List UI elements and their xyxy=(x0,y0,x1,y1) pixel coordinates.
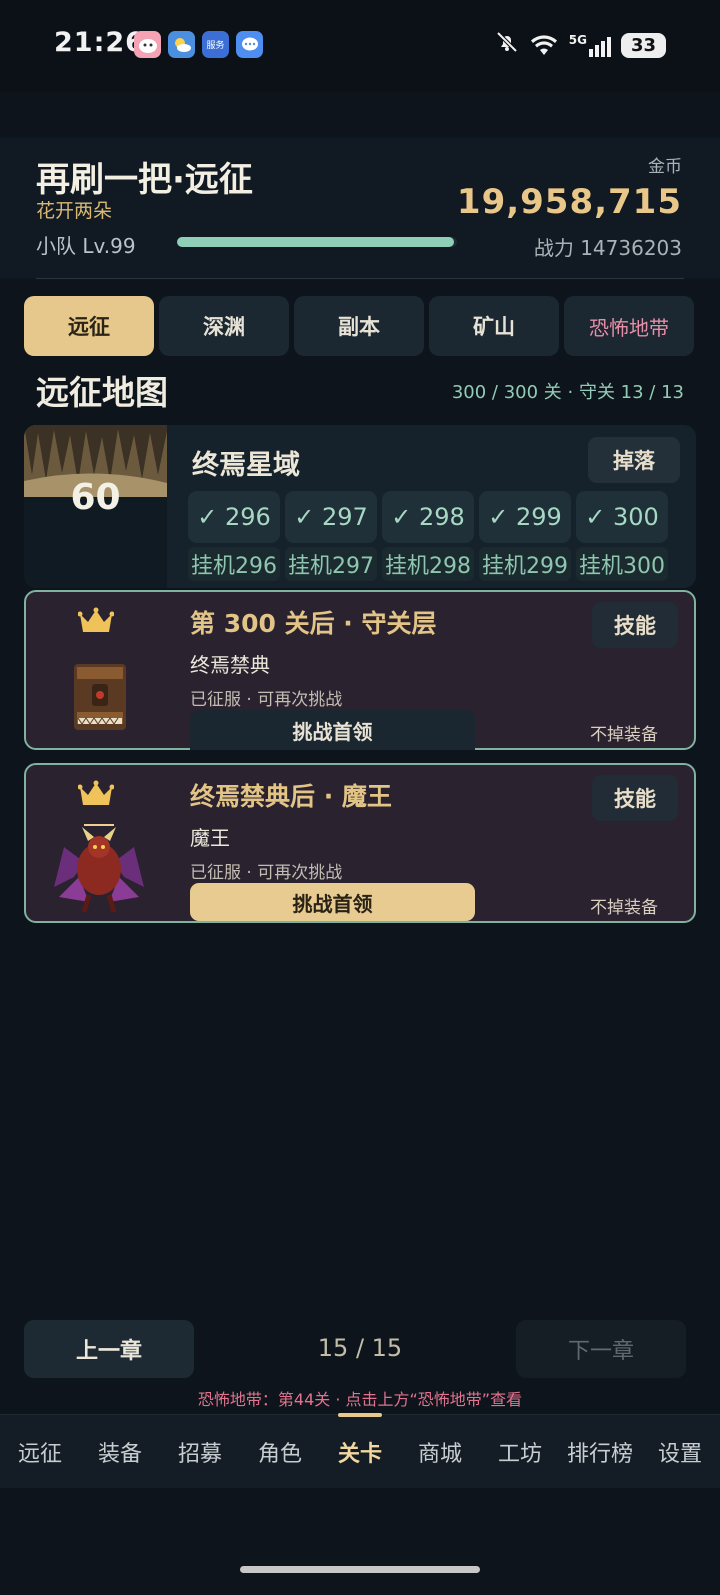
home-indicator[interactable] xyxy=(240,1566,480,1573)
nav-expedition[interactable]: 远征 xyxy=(0,1415,80,1488)
weather-icon xyxy=(168,31,195,58)
boss-title: 第 300 关后 · 守关层 xyxy=(190,609,437,638)
tab-expedition[interactable]: 远征 xyxy=(24,296,154,356)
cellular-signal-icon: 5G xyxy=(569,33,611,57)
stage-296: ✓ 296 挂机296 xyxy=(188,491,280,581)
nav-stages[interactable]: 关卡 xyxy=(320,1413,400,1488)
no-equipment-drop-note: 不掉装备 xyxy=(590,725,658,745)
team-xp-bar xyxy=(177,237,457,247)
stage-button[interactable]: ✓ 298 xyxy=(382,491,474,543)
status-app-icons: 服务 xyxy=(134,31,263,58)
network-type: 5G xyxy=(568,33,587,47)
boss-name: 终焉禁典 xyxy=(190,653,270,677)
crown-icon xyxy=(78,607,114,632)
service-app-text: 服务 xyxy=(206,41,225,51)
skills-button[interactable]: 技能 xyxy=(592,602,678,648)
tab-abyss[interactable]: 深渊 xyxy=(159,296,289,356)
nav-shop[interactable]: 商城 xyxy=(400,1415,480,1488)
page-title: 再刷一把·远征 xyxy=(36,160,253,200)
bell-muted-icon xyxy=(495,30,519,60)
bottom-nav: 远征 装备 招募 角色 关卡 商城 工坊 排行榜 设置 xyxy=(0,1413,720,1488)
boss-card-guardian: 第 300 关后 · 守关层 终焉禁典 已征服 · 可再次挑战 技能 挑战首领 … xyxy=(24,590,696,750)
nav-equipment[interactable]: 装备 xyxy=(80,1415,160,1488)
boss-status: 已征服 · 可再次挑战 xyxy=(190,690,343,710)
chapter-card: 60 终焉星域 掉落 ✓ 296 挂机296 ✓ 297 挂机297 ✓ 298… xyxy=(24,425,696,588)
nav-leaderboard[interactable]: 排行榜 xyxy=(560,1415,640,1488)
stage-299: ✓ 299 挂机299 xyxy=(479,491,571,581)
stage-298: ✓ 298 挂机298 xyxy=(382,491,474,581)
idle-button[interactable]: 挂机300 xyxy=(576,547,668,581)
map-title: 远征地图 xyxy=(36,373,168,412)
tab-dungeon[interactable]: 副本 xyxy=(294,296,424,356)
no-equipment-drop-note: 不掉装备 xyxy=(590,898,658,918)
idle-button[interactable]: 挂机297 xyxy=(285,547,377,581)
battery-indicator: 33 xyxy=(620,32,666,58)
team-level: 小队 Lv.99 xyxy=(36,234,136,258)
challenge-boss-button[interactable]: 挑战首领 xyxy=(190,710,475,750)
stage-list: ✓ 296 挂机296 ✓ 297 挂机297 ✓ 298 挂机298 ✓ 29… xyxy=(188,491,668,581)
boss-name: 魔王 xyxy=(190,826,230,850)
idle-button[interactable]: 挂机296 xyxy=(188,547,280,581)
drops-button[interactable]: 掉落 xyxy=(588,437,680,483)
idle-button[interactable]: 挂机299 xyxy=(479,547,571,581)
status-bar: 21:26 服务 5G 33 xyxy=(0,0,720,92)
boss-card-demon-king: 终焉禁典后 · 魔王 魔王 已征服 · 可再次挑战 技能 挑战首领 不掉装备 xyxy=(24,763,696,923)
team-xp-fill xyxy=(177,237,455,247)
stage-button[interactable]: ✓ 299 xyxy=(479,491,571,543)
combat-power: 战力 14736203 xyxy=(533,236,682,260)
stage-button[interactable]: ✓ 297 xyxy=(285,491,377,543)
demon-king-sprite xyxy=(54,824,144,913)
nav-settings[interactable]: 设置 xyxy=(640,1415,720,1488)
crown-icon xyxy=(78,780,114,805)
next-chapter-button[interactable]: 下一章 xyxy=(516,1320,686,1378)
stage-button[interactable]: ✓ 296 xyxy=(188,491,280,543)
stage-297: ✓ 297 挂机297 xyxy=(285,491,377,581)
expedition-header: 再刷一把·远征 花开两朵 小队 Lv.99 金币 19,958,715 战力 1… xyxy=(0,138,720,278)
nav-characters[interactable]: 角色 xyxy=(240,1415,320,1488)
header-divider xyxy=(36,278,684,279)
skills-button[interactable]: 技能 xyxy=(592,775,678,821)
service-app-icon: 服务 xyxy=(202,31,229,58)
challenge-boss-button[interactable]: 挑战首领 xyxy=(190,883,475,921)
stage-button[interactable]: ✓ 300 xyxy=(576,491,668,543)
tome-boss-sprite xyxy=(74,664,126,730)
boss-status: 已征服 · 可再次挑战 xyxy=(190,863,343,883)
gold-value: 19,958,715 xyxy=(456,182,682,222)
status-right: 5G 33 xyxy=(495,30,666,60)
tab-horror-zone[interactable]: 恐怖地带 xyxy=(564,296,694,356)
stage-300: ✓ 300 挂机300 xyxy=(576,491,668,581)
message-icon xyxy=(236,31,263,58)
chapter-name: 终焉星域 xyxy=(192,450,300,481)
boss-title: 终焉禁典后 · 魔王 xyxy=(190,782,392,811)
gold-label: 金币 xyxy=(648,157,682,177)
nav-recruit[interactable]: 招募 xyxy=(160,1415,240,1488)
chapter-thumbnail: 60 xyxy=(24,425,167,588)
chapter-number: 60 xyxy=(70,477,121,518)
player-name: 花开两朵 xyxy=(36,200,113,222)
tab-mine[interactable]: 矿山 xyxy=(429,296,559,356)
mode-tabs: 远征 深渊 副本 矿山 恐怖地带 xyxy=(24,296,694,356)
idle-button[interactable]: 挂机298 xyxy=(382,547,474,581)
status-time: 21:26 xyxy=(54,27,145,58)
pet-app-icon xyxy=(134,31,161,58)
horror-zone-hint: 恐怖地带：第44关 · 点击上方“恐怖地带”查看 xyxy=(197,1390,523,1409)
wifi-icon xyxy=(530,35,557,55)
nav-workshop[interactable]: 工坊 xyxy=(480,1415,560,1488)
map-progress: 300 / 300 关 · 守关 13 / 13 xyxy=(451,382,684,403)
